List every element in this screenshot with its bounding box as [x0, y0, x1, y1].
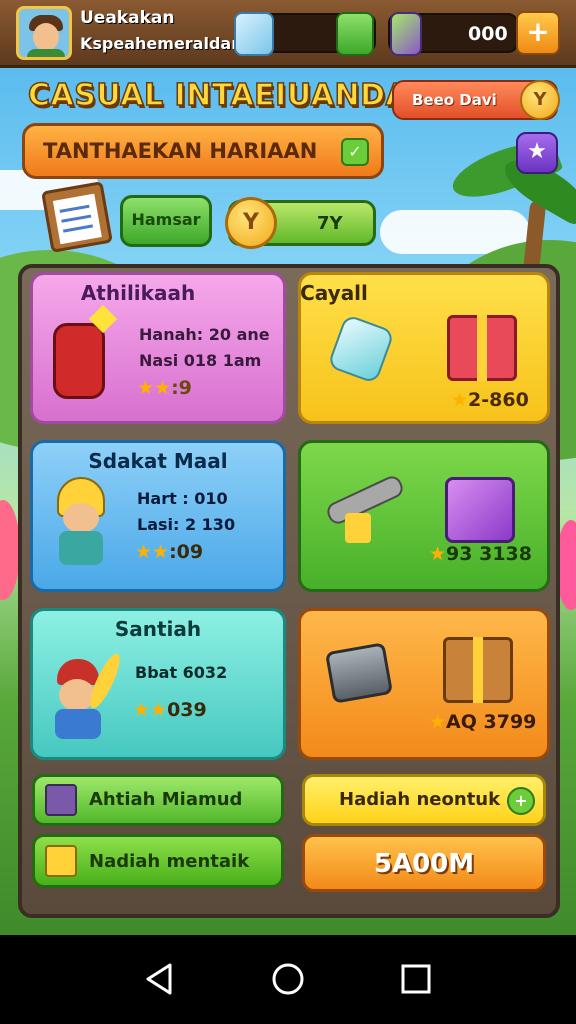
card-title: Cayall — [300, 281, 368, 305]
checkmark-icon: ✓ — [341, 138, 369, 166]
bonus-label: Beeo Davi — [412, 91, 497, 109]
character-body — [55, 709, 101, 739]
kamsar-button[interactable]: Hamsar — [120, 195, 212, 247]
gift-ribbon — [477, 315, 487, 381]
card-line: Lasi: 2 130 — [137, 515, 236, 534]
page-title: CASUAL INTAEIUANDASI — [27, 77, 443, 114]
telescope-mount — [345, 513, 371, 543]
bonus-button[interactable]: Beeo Davi Y — [392, 80, 560, 120]
star-icon: ★★ — [133, 699, 168, 721]
backpack-icon — [53, 323, 105, 399]
rating-value: :9 — [171, 377, 192, 399]
flower — [0, 500, 20, 600]
clipboard-icon[interactable] — [41, 181, 113, 253]
worker-face — [63, 503, 99, 533]
reward-label: Hadiah neontuk — [339, 789, 501, 810]
avatar-shirt — [27, 49, 65, 57]
card-line: Bbat 6032 — [135, 663, 228, 682]
player-name: Ueakakan — [80, 8, 175, 28]
coin-value: 7Y — [317, 213, 343, 234]
card-rating: ★★:09 — [135, 541, 203, 563]
card-price: ★93 3138 — [429, 543, 532, 565]
energy-resource[interactable]: 000 — [388, 12, 518, 56]
avatar-face — [33, 23, 59, 51]
gem-icon — [234, 12, 274, 56]
card-title: Sdakat Maal — [88, 449, 228, 473]
top-bar: Ueakakan Kspeahemeraldan 000 + — [0, 0, 576, 68]
button-label: Ahtiah Miamud — [89, 789, 243, 810]
add-currency-button[interactable]: + — [516, 11, 560, 55]
gold-block-icon — [45, 845, 77, 877]
card-rating: ★★039 — [133, 699, 207, 721]
recents-icon[interactable] — [394, 957, 438, 1001]
player-subtitle: Kspeahemeraldan — [80, 34, 243, 53]
rating-value: :09 — [169, 541, 204, 563]
mystery-box-icon — [445, 477, 515, 543]
shop-panel: Athilikaah Hanah: 20 ane Nasi 018 1am ★★… — [18, 264, 560, 918]
shop-card[interactable]: Sdakat Maal Hart : 010 Lasi: 2 130 ★★:09 — [30, 440, 286, 592]
rating-value: 039 — [167, 699, 207, 721]
box-ribbon — [473, 637, 483, 703]
price-value: 93 3138 — [446, 543, 532, 565]
price-value: 2-860 — [468, 389, 529, 411]
shop-card[interactable]: Cayall ★2-860 — [298, 272, 550, 424]
card-price: ★2-860 — [451, 389, 529, 411]
card-line: Hart : 010 — [137, 489, 228, 508]
coin-icon: Y — [225, 197, 277, 249]
card-line: Nasi 018 1am — [139, 351, 262, 370]
banner-label: TANTHAEKAN HARIAAN — [43, 139, 318, 163]
nadiah-button[interactable]: Nadiah mentaik — [32, 834, 284, 888]
crystal-icon — [326, 313, 396, 385]
card-rating: ★★:9 — [137, 377, 192, 399]
home-icon[interactable] — [266, 957, 310, 1001]
safe-box-icon — [324, 642, 394, 704]
crate-icon — [45, 784, 77, 816]
worker-body — [59, 531, 103, 565]
system-nav-bar — [0, 935, 576, 1024]
star-icon: ★ — [451, 389, 469, 411]
star-icon: ★★ — [135, 541, 170, 563]
card-price: ★AQ 3799 — [429, 711, 536, 733]
coin-icon: Y — [520, 80, 560, 120]
button-label: Nadiah mentaik — [89, 851, 250, 872]
bolt-icon — [390, 12, 422, 56]
shop-card[interactable]: Santiah Bbat 6032 ★★039 — [30, 608, 286, 760]
star-icon: ★ — [429, 543, 447, 565]
ahtiah-button[interactable]: Ahtiah Miamud — [32, 774, 284, 826]
star-icon: ★★ — [137, 377, 172, 399]
coin-counter[interactable]: Y 7Y — [225, 197, 376, 249]
plus-icon: + — [507, 787, 535, 815]
gem-resource[interactable] — [234, 12, 376, 56]
gem-add-icon[interactable] — [336, 12, 374, 56]
daily-tasks-banner[interactable]: TANTHAEKAN HARIAAN ✓ — [22, 123, 384, 179]
price-value: AQ 3799 — [446, 711, 537, 733]
favorite-star-button[interactable]: ★ — [516, 132, 558, 174]
shop-card[interactable]: ★AQ 3799 — [298, 608, 550, 760]
reward-value-button[interactable]: 5A00M — [302, 834, 546, 892]
card-title: Santiah — [114, 617, 202, 641]
reward-label-button[interactable]: Hadiah neontuk + — [302, 774, 546, 826]
back-icon[interactable] — [138, 957, 182, 1001]
reward-value: 5A00M — [373, 849, 475, 879]
card-line: Hanah: 20 ane — [139, 325, 270, 344]
energy-value: 000 — [468, 23, 508, 45]
star-icon: ★ — [429, 711, 447, 733]
avatar[interactable] — [16, 6, 72, 60]
shop-card[interactable]: ★93 3138 — [298, 440, 550, 592]
